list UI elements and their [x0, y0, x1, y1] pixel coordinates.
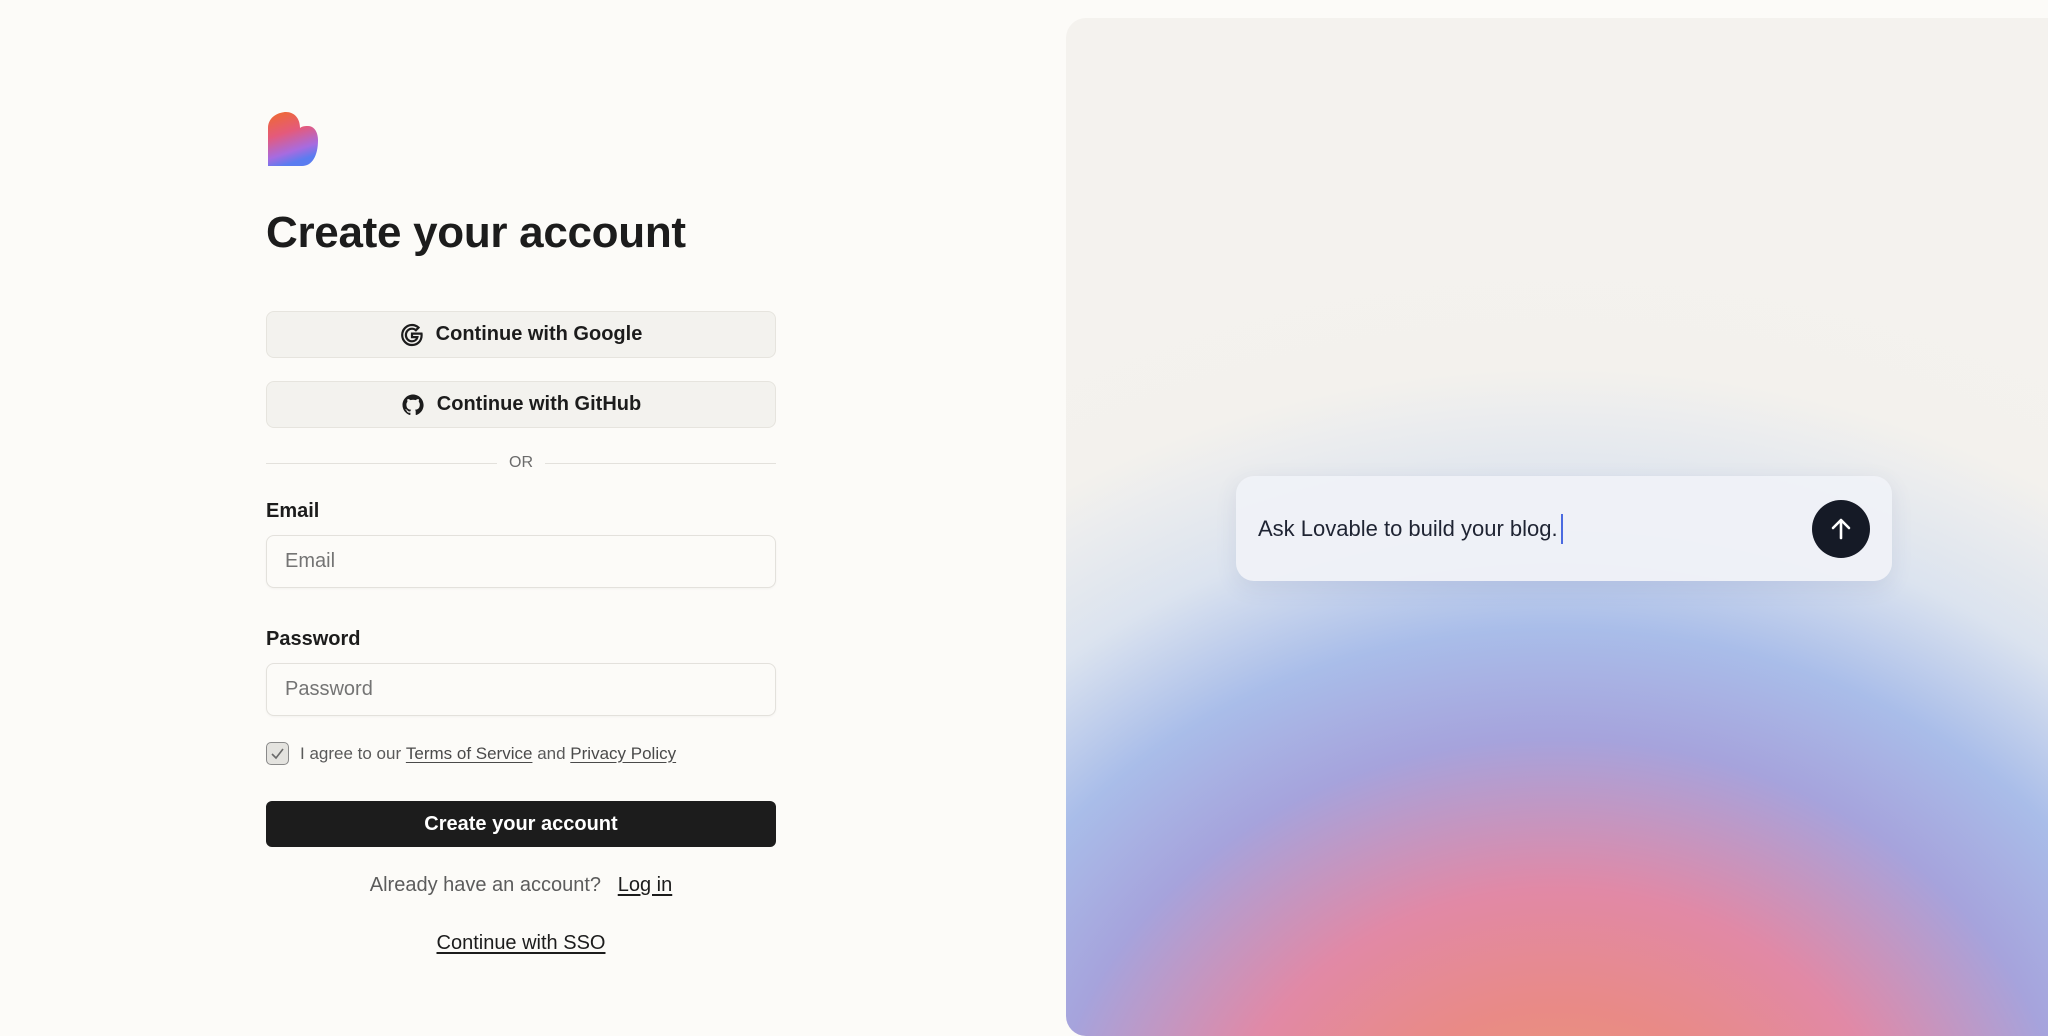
page-title: Create your account [266, 208, 686, 257]
github-button-label: Continue with GitHub [436, 393, 642, 415]
terms-agreement: I agree to our Terms of Service and Priv… [266, 742, 776, 765]
login-prompt-text: Already have an account? [369, 874, 602, 896]
password-label: Password [266, 628, 361, 650]
continue-with-sso-link[interactable]: Continue with SSO [437, 932, 606, 954]
checkmark-icon [271, 748, 284, 760]
sso-row: Continue with SSO [266, 932, 776, 955]
lovable-heart-icon [268, 112, 318, 166]
terms-conjunction: and [537, 743, 566, 763]
prompt-box[interactable]: Ask Lovable to build your blog. [1236, 476, 1892, 581]
email-field[interactable] [266, 535, 776, 588]
continue-with-github-button[interactable]: Continue with GitHub [266, 381, 776, 428]
text-caret [1560, 513, 1563, 544]
google-button-label: Continue with Google [435, 323, 643, 345]
or-divider: OR [266, 454, 776, 472]
github-icon [402, 394, 424, 415]
divider-label: OR [509, 454, 533, 471]
terms-checkbox[interactable] [266, 742, 289, 765]
password-field[interactable] [266, 663, 776, 716]
hero-panel: Ask Lovable to build your blog. [1066, 18, 2048, 1036]
signup-panel: Create your account Continue with Google… [0, 0, 1066, 1036]
email-label: Email [266, 500, 320, 522]
create-account-button[interactable]: Create your account [266, 801, 776, 847]
log-in-link[interactable]: Log in [618, 874, 673, 896]
prompt-text: Ask Lovable to build your blog. [1258, 515, 1558, 541]
divider-line [545, 462, 776, 464]
terms-prefix: I agree to our [300, 743, 402, 763]
google-icon [400, 323, 423, 346]
continue-with-google-button[interactable]: Continue with Google [266, 311, 776, 358]
login-prompt-row: Already have an account? Log in [266, 874, 776, 897]
terms-of-service-link[interactable]: Terms of Service [406, 744, 533, 764]
send-button[interactable] [1812, 500, 1870, 558]
prompt-input[interactable]: Ask Lovable to build your blog. [1258, 476, 1563, 581]
privacy-policy-link[interactable]: Privacy Policy [570, 744, 676, 764]
divider-line [266, 462, 497, 464]
signup-form: Create your account Continue with Google… [266, 112, 776, 955]
arrow-up-icon [1831, 518, 1851, 540]
